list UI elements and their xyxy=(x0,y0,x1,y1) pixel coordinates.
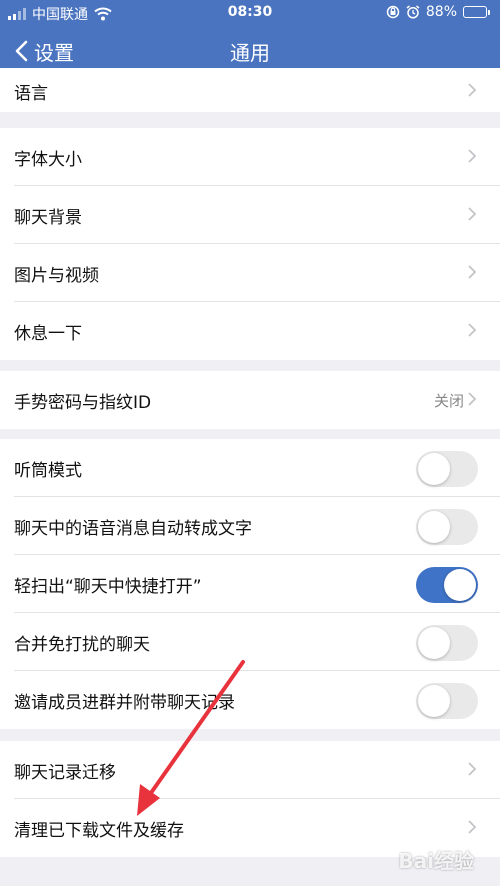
status-bar: 中国联通 08:30 88% xyxy=(0,0,500,26)
toggle-knob xyxy=(444,569,476,601)
settings-row-label: 合并免打扰的聊天 xyxy=(14,635,150,655)
settings-row: 邀请成员进群并附带聊天记录 xyxy=(0,671,500,729)
toggle-knob xyxy=(418,453,450,485)
settings-group: 聊天记录迁移清理已下载文件及缓存 xyxy=(0,741,500,857)
settings-row-value: 关闭 xyxy=(433,392,464,410)
settings-row-label: 字体大小 xyxy=(14,150,82,170)
toggle-switch[interactable] xyxy=(416,509,478,545)
settings-row: 轻扫出“聊天中快捷打开” xyxy=(0,555,500,613)
settings-row[interactable]: 聊天记录迁移 xyxy=(0,741,500,799)
page-title: 通用 xyxy=(230,41,270,65)
settings-row: 合并免打扰的聊天 xyxy=(0,613,500,671)
toggle-knob xyxy=(418,627,450,659)
chevron-right-icon xyxy=(468,820,476,834)
settings-row-label: 邀请成员进群并附带聊天记录 xyxy=(14,693,235,713)
settings-general-screen: 中国联通 08:30 88% 设置 通用 语言 字体大小 聊天背景 图片与视频 … xyxy=(0,0,500,886)
chevron-right-icon xyxy=(468,83,476,97)
battery-icon xyxy=(463,6,490,18)
toggle-switch[interactable] xyxy=(416,625,478,661)
toggle-switch[interactable] xyxy=(416,683,478,719)
chevron-right-icon xyxy=(468,762,476,776)
settings-row: 聊天中的语音消息自动转成文字 xyxy=(0,497,500,555)
alarm-icon xyxy=(406,5,420,19)
toggle-knob xyxy=(418,511,450,543)
settings-row[interactable]: 手势密码与指纹ID 关闭 xyxy=(0,371,500,429)
settings-group: 字体大小聊天背景图片与视频休息一下 xyxy=(0,128,500,360)
header: 中国联通 08:30 88% 设置 通用 xyxy=(0,0,500,77)
settings-row[interactable]: 语言 xyxy=(0,68,500,112)
chevron-right-icon xyxy=(468,207,476,221)
toggle-switch[interactable] xyxy=(416,451,478,487)
settings-row: 听筒模式 xyxy=(0,439,500,497)
toggle-switch[interactable] xyxy=(416,567,478,603)
settings-row-label: 听筒模式 xyxy=(14,461,82,481)
settings-row-label: 清理已下载文件及缓存 xyxy=(14,821,184,841)
watermark: Bai经验 xyxy=(398,849,474,873)
chevron-right-icon xyxy=(468,265,476,279)
settings-row-label: 轻扫出“聊天中快捷打开” xyxy=(14,577,202,597)
settings-row[interactable]: 休息一下 xyxy=(0,302,500,360)
rotation-lock-icon xyxy=(386,5,400,19)
settings-group: 听筒模式聊天中的语音消息自动转成文字 轻扫出“聊天中快捷打开” 合并免打扰的聊天邀请… xyxy=(0,439,500,729)
settings-row-label: 聊天中的语音消息自动转成文字 xyxy=(14,519,252,539)
settings-row-label: 休息一下 xyxy=(14,324,82,344)
settings-row[interactable]: 字体大小 xyxy=(0,128,500,186)
settings-group: 语言 xyxy=(0,68,500,112)
chevron-right-icon xyxy=(468,323,476,337)
settings-group: 手势密码与指纹ID 关闭 xyxy=(0,371,500,429)
toggle-knob xyxy=(418,685,450,717)
settings-row-label: 聊天记录迁移 xyxy=(14,763,116,783)
chevron-right-icon xyxy=(468,392,476,406)
settings-row[interactable]: 聊天背景 xyxy=(0,186,500,244)
settings-row-label: 聊天背景 xyxy=(14,208,82,228)
settings-row-label: 语言 xyxy=(14,84,48,104)
settings-row-label: 图片与视频 xyxy=(14,266,99,286)
settings-row-label: 手势密码与指纹ID xyxy=(14,393,152,413)
settings-row[interactable]: 图片与视频 xyxy=(0,244,500,302)
chevron-right-icon xyxy=(468,149,476,163)
battery-percent: 88% xyxy=(425,4,457,20)
